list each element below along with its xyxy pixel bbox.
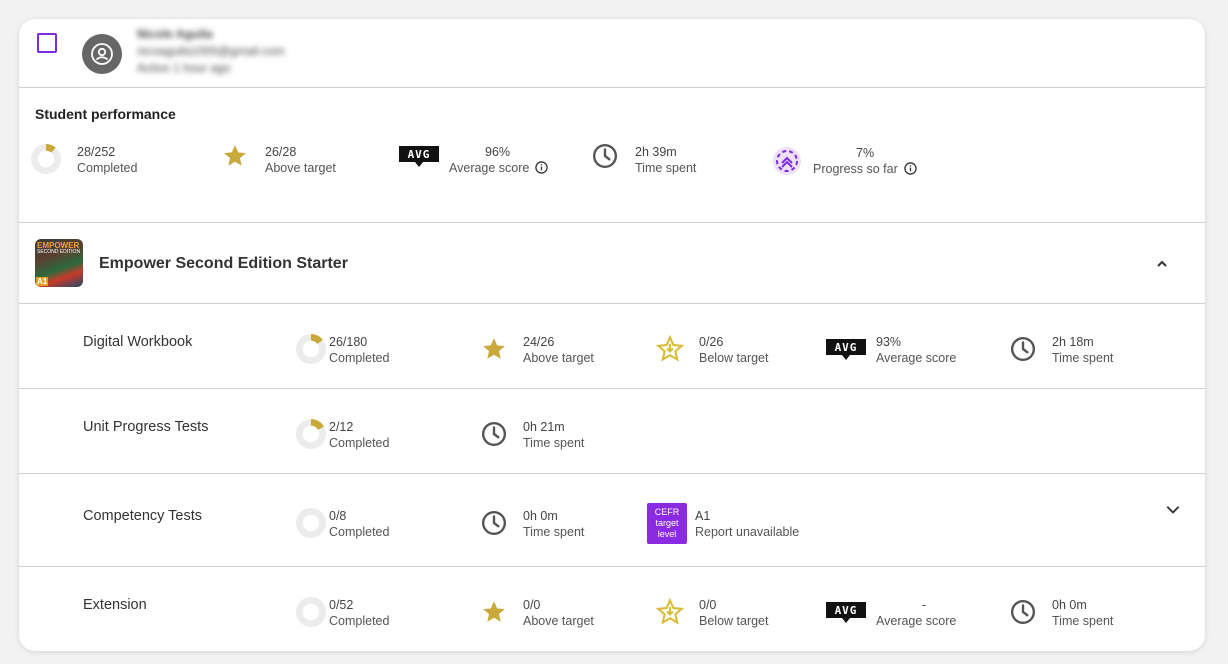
unit-completed-value: 2/12 <box>329 420 354 434</box>
progress-value: 7% <box>856 146 875 160</box>
time-value: 2h 39m <box>635 145 677 159</box>
divider <box>19 87 1205 88</box>
workbook-below-value: 0/26 <box>699 335 724 349</box>
above-label: Above target <box>265 161 336 175</box>
extension-completed-value: 0/52 <box>329 598 354 612</box>
divider <box>19 388 1205 389</box>
divider <box>19 222 1205 223</box>
divider <box>19 566 1205 567</box>
workbook-avg-value: 93% <box>876 335 902 349</box>
workbook-above-value: 24/26 <box>523 335 555 349</box>
workbook-above-label: Above target <box>523 351 594 365</box>
avg-icon: AVG <box>826 602 866 623</box>
completed-pie-icon <box>296 508 326 538</box>
completed-pie-icon <box>296 419 326 449</box>
cefr-badge: CEFR target level <box>647 503 687 544</box>
competency-time-value: 0h 0m <box>523 509 558 523</box>
select-checkbox[interactable] <box>37 33 57 53</box>
workbook-time-value: 2h 18m <box>1052 335 1094 349</box>
course-cover-image: EMPOWER SECOND EDITION A1 <box>35 239 83 287</box>
extension-avg-value: - <box>922 598 927 612</box>
star-down-icon <box>655 597 685 627</box>
completed-value: 28/252 <box>77 145 116 159</box>
progress-icon <box>772 146 802 176</box>
competency-completed-value: 0/8 <box>329 509 347 523</box>
clock-icon <box>1008 597 1038 627</box>
workbook-time-label: Time spent <box>1052 351 1114 365</box>
extension-time-value: 0h 0m <box>1052 598 1087 612</box>
unit-time-label: Time spent <box>523 436 585 450</box>
progress-label: Progress so far <box>813 161 917 179</box>
avatar <box>82 34 122 74</box>
extension-avg-label: Average score <box>876 614 957 628</box>
avg-icon: AVG <box>826 339 866 360</box>
cefr-value: A1 <box>695 509 711 523</box>
student-card: Nicole Aguila nicoaguila1005@gmail.com A… <box>19 19 1205 651</box>
extension-time-label: Time spent <box>1052 614 1114 628</box>
row-title-extension: Extension <box>83 597 147 613</box>
star-icon <box>479 597 509 627</box>
unit-time-value: 0h 21m <box>523 420 565 434</box>
clock-icon <box>479 419 509 449</box>
divider <box>19 303 1205 304</box>
completed-pie <box>31 144 61 174</box>
row-title-unit-tests: Unit Progress Tests <box>83 419 209 435</box>
cefr-label: Report unavailable <box>695 525 800 539</box>
avg-icon: AVG <box>399 146 439 167</box>
student-email: nicoaguila1005@gmail.com <box>137 44 285 58</box>
student-name: Nicole Aguila <box>137 27 213 41</box>
chevron-down-icon[interactable] <box>1165 501 1181 522</box>
star-icon <box>479 334 509 364</box>
competency-time-label: Time spent <box>523 525 585 539</box>
time-label: Time spent <box>635 161 697 175</box>
completed-label: Completed <box>77 161 138 175</box>
extension-completed-label: Completed <box>329 614 390 628</box>
extension-below-label: Below target <box>699 614 769 628</box>
above-value: 26/28 <box>265 145 297 159</box>
avg-label: Average score <box>449 160 549 178</box>
row-title-competency: Competency Tests <box>83 508 203 524</box>
clock-icon <box>590 141 620 171</box>
divider <box>19 473 1205 474</box>
course-title: Empower Second Edition Starter <box>99 255 348 272</box>
workbook-completed-label: Completed <box>329 351 390 365</box>
performance-title: Student performance <box>35 106 176 122</box>
clock-icon <box>1008 334 1038 364</box>
workbook-completed-value: 26/180 <box>329 335 368 349</box>
star-down-icon <box>655 334 685 364</box>
extension-below-value: 0/0 <box>699 598 717 612</box>
info-icon[interactable] <box>904 162 917 179</box>
completed-pie-icon <box>31 144 61 174</box>
avg-value: 96% <box>485 145 511 159</box>
extension-above-label: Above target <box>523 614 594 628</box>
info-icon[interactable] <box>535 161 549 178</box>
student-activity: Active 1 hour ago <box>137 61 231 75</box>
chevron-up-icon[interactable] <box>1155 257 1169 276</box>
completed-pie-icon <box>296 334 326 364</box>
completed-pie-icon <box>296 597 326 627</box>
clock-icon <box>479 508 509 538</box>
unit-completed-label: Completed <box>329 436 390 450</box>
user-icon <box>91 43 113 65</box>
row-title-workbook: Digital Workbook <box>83 334 193 350</box>
competency-completed-label: Completed <box>329 525 390 539</box>
workbook-below-label: Below target <box>699 351 769 365</box>
extension-above-value: 0/0 <box>523 598 541 612</box>
star-icon <box>220 141 250 171</box>
workbook-avg-label: Average score <box>876 351 957 365</box>
